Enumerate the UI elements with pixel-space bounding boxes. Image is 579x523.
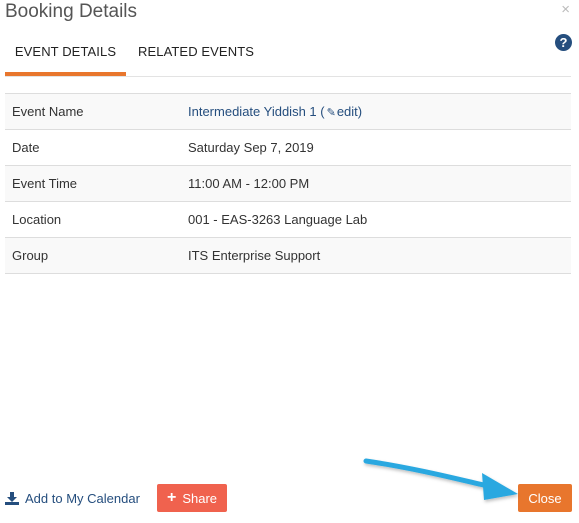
- plus-icon: +: [166, 489, 177, 506]
- event-name-link[interactable]: Intermediate Yiddish 1: [188, 104, 317, 119]
- tab-event-details[interactable]: EVENT DETAILS: [5, 31, 126, 76]
- add-to-calendar-button[interactable]: Add to My Calendar: [5, 491, 140, 506]
- add-to-calendar-area: Add to My Calendar: [5, 484, 140, 512]
- table-row: Date Saturday Sep 7, 2019: [5, 129, 571, 166]
- row-label: Event Time: [5, 165, 180, 202]
- edit-label: edit: [336, 104, 358, 119]
- share-label: Share: [182, 490, 218, 506]
- table-row: Event Name Intermediate Yiddish 1 (✎edit…: [5, 93, 571, 130]
- row-label: Event Name: [5, 93, 180, 130]
- table-row: Group ITS Enterprise Support: [5, 237, 571, 274]
- row-label: Location: [5, 201, 180, 238]
- add-to-calendar-label: Add to My Calendar: [25, 490, 140, 506]
- close-icon[interactable]: ×: [561, 1, 570, 18]
- edit-link[interactable]: (✎edit): [320, 104, 362, 119]
- row-value: ITS Enterprise Support: [180, 237, 571, 274]
- download-icon: [5, 492, 19, 505]
- details-table: Event Name Intermediate Yiddish 1 (✎edit…: [5, 93, 571, 274]
- row-value: 11:00 AM - 12:00 PM: [180, 165, 571, 202]
- tab-bar: EVENT DETAILS RELATED EVENTS: [5, 31, 571, 77]
- row-value: Intermediate Yiddish 1 (✎edit): [180, 93, 571, 130]
- share-button[interactable]: + Share: [157, 484, 227, 512]
- pencil-icon: ✎: [326, 107, 336, 119]
- close-button[interactable]: Close: [518, 484, 572, 512]
- tab-related-events[interactable]: RELATED EVENTS: [133, 31, 259, 76]
- annotation-arrow-icon: [363, 458, 518, 500]
- table-row: Location 001 - EAS-3263 Language Lab: [5, 201, 571, 238]
- row-value: Saturday Sep 7, 2019: [180, 129, 571, 166]
- row-label: Group: [5, 237, 180, 274]
- table-row: Event Time 11:00 AM - 12:00 PM: [5, 165, 571, 202]
- question-circle-icon[interactable]: ?: [555, 34, 572, 51]
- row-value: 001 - EAS-3263 Language Lab: [180, 201, 571, 238]
- dialog-title: Booking Details: [5, 1, 138, 22]
- row-label: Date: [5, 129, 180, 166]
